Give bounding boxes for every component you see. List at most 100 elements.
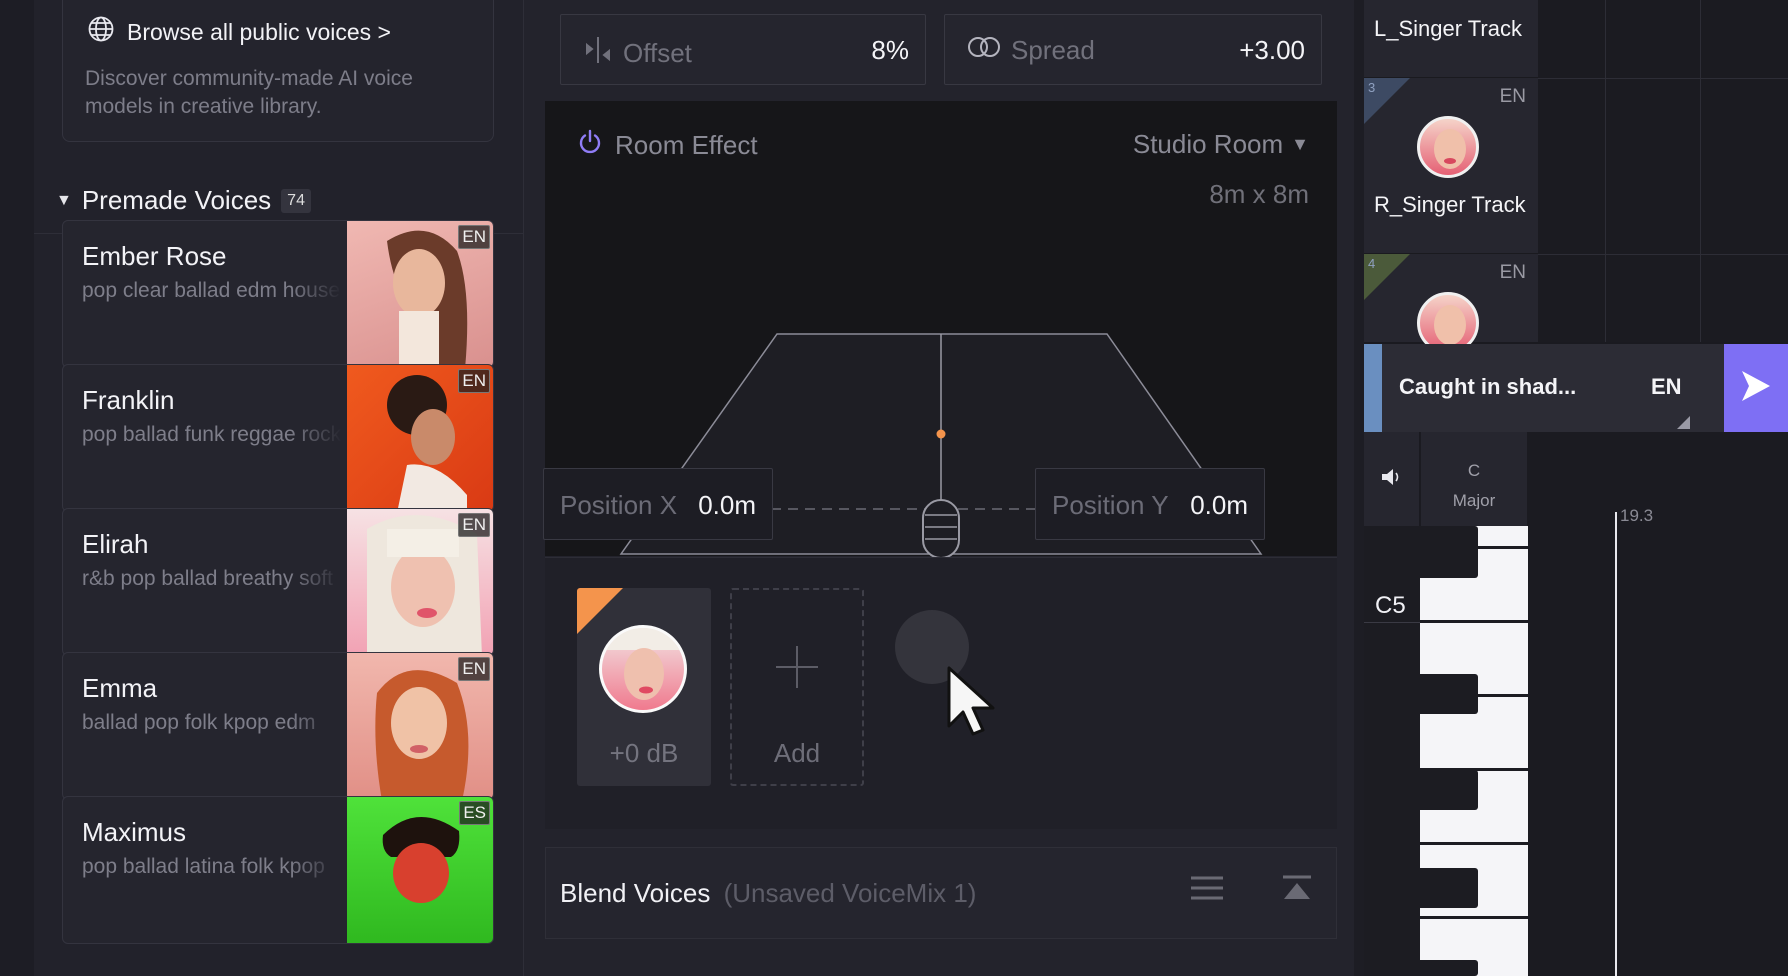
sound-source-dot [936,429,946,439]
track-row[interactable]: L_Singer Track [1364,0,1538,78]
browse-public-voices-card[interactable]: Browse all public voices > Discover comm… [62,0,494,142]
grid-line [1538,254,1788,255]
track-name: L_Singer Track [1374,16,1522,41]
room-preset-dropdown[interactable]: Studio Room ▼ [1133,129,1309,160]
premade-voices-title: Premade Voices [81,185,272,215]
voice-name: Maximus [82,817,187,847]
voice-name: Elirah [82,529,149,559]
blend-voices-label: Blend Voices [560,878,711,908]
collapse-top-icon[interactable] [1282,874,1312,909]
language-badge: EN [458,225,490,249]
track-number-badge: 4 [1364,254,1410,300]
blend-voices-title: Blend Voices (Unsaved VoiceMix 1) [560,878,976,909]
track-row[interactable]: 3 EN R_Singer Track [1364,78,1538,254]
position-x-value[interactable]: 0.0m [698,490,756,521]
note-grid[interactable] [1528,526,1788,976]
key-selector[interactable]: C Major [1421,432,1527,526]
blend-voices-bar[interactable]: Blend Voices (Unsaved VoiceMix 1) [545,847,1337,939]
mute-button[interactable] [1364,432,1420,526]
globe-icon [87,15,115,49]
room-visualizer[interactable] [545,221,1337,601]
slot-corner-marker [577,588,623,634]
caret-down-icon: ▼ [1291,134,1309,154]
browse-description: Discover community-made AI voice models … [85,67,413,118]
power-icon[interactable] [577,129,603,162]
voice-portrait: EN [347,653,493,799]
offset-value[interactable]: 8% [871,35,909,66]
offset-icon [583,35,613,72]
room-preset-value: Studio Room [1132,129,1284,159]
black-key[interactable] [1420,526,1478,578]
piano-roll-header: C Major 19.3 [1364,432,1788,526]
voice-card-emma[interactable]: Emma ballad pop folk kpop edm EN [62,652,494,800]
voice-tags: pop ballad funk reggae rock [82,423,342,446]
list-icon[interactable] [1190,874,1224,907]
key-separator [1420,620,1528,623]
voice-tags: pop clear ballad edm house [82,279,341,302]
play-button[interactable] [1724,344,1788,432]
premade-voices-count: 74 [281,188,311,213]
position-x-control[interactable]: Position X 0.0m [543,468,773,540]
grid-line [1700,0,1701,342]
voice-portrait: EN [347,365,493,511]
panel-divider [1354,0,1364,976]
song-language: EN [1651,374,1682,399]
add-voice-slot[interactable]: Add [730,588,864,786]
avatar [599,625,687,713]
selected-track-bar[interactable]: Caught in shad... EN [1364,344,1788,432]
browse-public-voices-label: Browse all public voices > [127,18,391,45]
resize-handle-icon[interactable] [1677,416,1690,429]
play-icon [1739,368,1773,409]
voice-slot[interactable]: +0 dB [577,588,711,786]
language-badge: EN [458,369,490,393]
language-badge: ES [459,801,490,825]
note-label-column: C5 [1364,526,1420,976]
track-language: EN [1499,86,1526,107]
black-key[interactable] [1420,868,1478,908]
voice-card-franklin[interactable]: Franklin pop ballad funk reggae rock EN [62,364,494,512]
black-key[interactable] [1420,770,1478,810]
room-effect-label: Room Effect [615,130,758,160]
voice-card-elirah[interactable]: Elirah r&b pop ballad breathy soft EN [62,508,494,656]
track-color-accent [1364,344,1382,432]
browse-public-voices-link[interactable]: Browse all public voices > [87,15,391,49]
key-root: C [1467,461,1481,480]
spread-label: Spread [1011,35,1095,65]
key-mode: Major [1452,491,1496,510]
room-size-label: 8m x 8m [1209,179,1309,209]
grid-line [1538,78,1788,79]
voice-name: Emma [82,673,158,703]
blend-voices-subtitle: (Unsaved VoiceMix 1) [723,878,977,908]
voice-card-maximus[interactable]: Maximus pop ballad latina folk kpop ES [62,796,494,944]
timeline-grid[interactable] [1538,0,1788,342]
track-list: L_Singer Track 3 EN R_Singer Track 4 EN [1364,0,1538,354]
premade-voices-header[interactable]: ▼ Premade Voices 74 [56,185,311,216]
piano-roll[interactable]: C5 [1364,526,1788,976]
voice-tags: pop ballad latina folk kpop [82,855,325,878]
playhead[interactable] [1615,512,1617,976]
key-separator [1420,842,1528,845]
speaker-icon [1381,467,1403,492]
collapse-triangle-icon[interactable]: ▼ [56,192,72,210]
black-key[interactable] [1420,674,1478,714]
voice-portrait: EN [347,221,493,367]
black-key[interactable] [1420,960,1478,976]
track-language: EN [1499,262,1526,283]
divider [1364,622,1420,623]
slot-gain-value[interactable]: +0 dB [577,738,711,769]
position-x-label: Position X [560,490,678,520]
track-row[interactable]: 4 EN [1364,254,1538,354]
position-y-label: Position Y [1052,490,1169,520]
piano-keyboard[interactable] [1420,526,1528,976]
spread-control[interactable]: Spread +3.00 [944,14,1322,85]
position-y-control[interactable]: Position Y 0.0m [1035,468,1265,540]
position-y-value[interactable]: 0.0m [1190,490,1248,521]
track-number-badge: 3 [1364,78,1410,124]
offset-control[interactable]: Offset 8% [560,14,926,85]
spread-icon [967,35,1001,66]
language-badge: EN [458,513,490,537]
ruler-marker: 19.3 [1620,506,1654,525]
voice-card-ember-rose[interactable]: Ember Rose pop clear ballad edm house EN [62,220,494,368]
track-name: R_Singer Track [1374,192,1526,217]
spread-value[interactable]: +3.00 [1239,35,1305,66]
